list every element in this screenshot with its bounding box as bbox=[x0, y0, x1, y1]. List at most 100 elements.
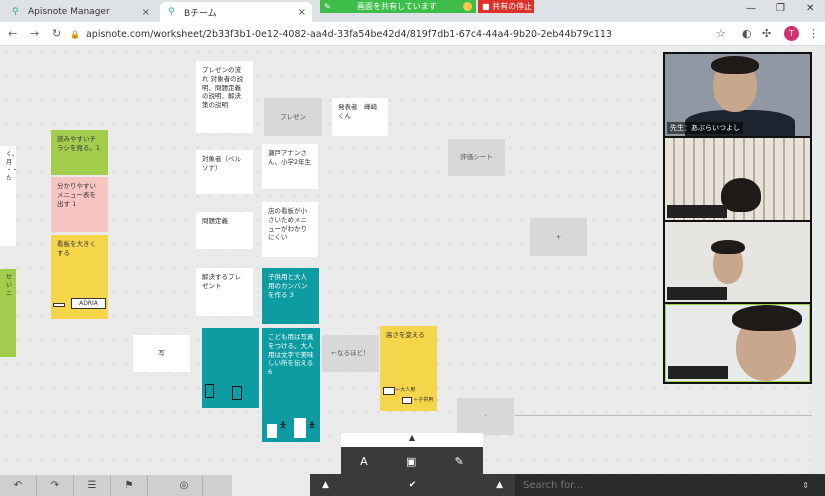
flag-icon[interactable]: ⚑ bbox=[111, 475, 148, 496]
avatar[interactable]: T bbox=[784, 26, 799, 41]
note-card[interactable]: 発表者 峰崎くん bbox=[332, 98, 388, 136]
note-card[interactable]: 問題定義 bbox=[196, 212, 253, 249]
url-field[interactable]: 🔒 apisnote.com/worksheet/2b33f3b1-0e12-4… bbox=[70, 25, 710, 43]
chevron-up-icon[interactable]: ▲ bbox=[322, 480, 329, 490]
address-bar: ← → ↻ 🔒 apisnote.com/worksheet/2b33f3b1-… bbox=[0, 22, 825, 46]
sign-drawing-icon bbox=[232, 386, 242, 400]
search-input[interactable] bbox=[523, 479, 783, 491]
sign-drawing-icon bbox=[267, 424, 277, 438]
person-icon: 🯅 bbox=[279, 421, 287, 431]
participant-name bbox=[667, 205, 727, 218]
note-card[interactable] bbox=[202, 328, 259, 408]
sign-label: ADRIA bbox=[71, 298, 106, 309]
note-card[interactable]: 分かりやすいメニュー表を出す 1 bbox=[51, 177, 108, 232]
stepper-icon[interactable]: ⇕ bbox=[802, 481, 809, 490]
tab-b-team[interactable]: ⚲ Bチーム × bbox=[160, 2, 312, 22]
note-text: 看板を大きくする bbox=[57, 240, 96, 257]
browser-tabbar: ⚲ Apisnote Manager × ⚲ Bチーム × ✎ 画面を共有してい… bbox=[0, 0, 825, 22]
tab-label: Bチーム bbox=[184, 8, 217, 19]
hide-icon[interactable]: ◎ bbox=[166, 475, 203, 496]
search-bar: ⇕ bbox=[515, 474, 825, 496]
pen-tool-icon[interactable]: ✎ bbox=[455, 455, 464, 468]
note-card[interactable]: 評価シート bbox=[448, 139, 505, 176]
sign-small-icon bbox=[53, 303, 65, 307]
text-tool-icon[interactable]: A bbox=[360, 455, 368, 468]
restore-button[interactable]: ❐ bbox=[776, 3, 785, 14]
sign-drawing-icon bbox=[402, 397, 412, 404]
collapse-button[interactable]: ▲ bbox=[341, 433, 483, 447]
note-card[interactable]: く。月 ・・た bbox=[0, 146, 16, 246]
video-panel: 先生：あぶらいつよし bbox=[663, 52, 812, 384]
extension-icon[interactable]: ◐ bbox=[742, 27, 752, 40]
right-scrollbar[interactable] bbox=[812, 46, 825, 474]
lock-icon: 🔒 bbox=[70, 29, 80, 39]
hair-shape bbox=[711, 240, 745, 254]
tab-label: Apisnote Manager bbox=[28, 7, 110, 17]
note-card[interactable]: ←なるほど！ bbox=[322, 335, 379, 372]
menu-icon[interactable]: ⋮ bbox=[808, 27, 819, 40]
minimize-button[interactable]: — bbox=[746, 3, 756, 14]
hair-shape bbox=[711, 56, 759, 74]
note-card[interactable]: 瀬戸アナンさん、小学2年生 bbox=[262, 144, 318, 189]
image-tool-icon[interactable]: ▣ bbox=[406, 455, 416, 468]
star-icon[interactable]: ☆ bbox=[716, 27, 726, 40]
bottom-left-toolbar: ↶ ↷ ☰ ⚑ ◎ bbox=[0, 475, 232, 496]
note-text: こども用は写真をつける。大人用は文字で美味しい所を伝える6 bbox=[268, 333, 314, 377]
label: ←大人用 bbox=[396, 387, 416, 393]
check-icon[interactable]: ✔ bbox=[409, 480, 417, 490]
sign-drawing-icon bbox=[294, 418, 306, 438]
close-icon[interactable]: × bbox=[298, 7, 306, 18]
url-text: apisnote.com/worksheet/2b33f3b1-0e12-408… bbox=[85, 28, 612, 40]
note-card[interactable]: 対象者（ペルソナ） bbox=[196, 150, 253, 194]
note-card[interactable]: 解決するプレゼント bbox=[196, 268, 253, 316]
note-card[interactable]: 読みやすいチラシを見る。1 bbox=[51, 130, 108, 175]
puzzle-icon[interactable]: ✣ bbox=[762, 27, 771, 40]
note-card[interactable]: 高さを変える ←大人用 ←子供用 bbox=[380, 326, 437, 411]
label: ←子供用 bbox=[414, 397, 434, 403]
note-text: 高さを変える bbox=[386, 331, 425, 339]
note-card[interactable]: 看板を大きくする ADRIA bbox=[51, 235, 108, 319]
location-pin-icon: ⚲ bbox=[168, 7, 175, 17]
undo-icon[interactable]: ↶ bbox=[0, 475, 37, 496]
person-icon: 🯅 bbox=[308, 421, 316, 431]
add-card-button[interactable]: + bbox=[530, 218, 587, 256]
note-card[interactable]: せい ニ bbox=[0, 269, 16, 357]
chevron-up-icon[interactable]: ▲ bbox=[496, 480, 503, 490]
location-pin-icon: ⚲ bbox=[12, 7, 19, 17]
hair-shape bbox=[732, 305, 802, 331]
hair-shape bbox=[721, 178, 761, 212]
note-card[interactable]: · bbox=[457, 398, 514, 435]
bottom-center-toolbar: ▲ ✔ ▲ bbox=[310, 474, 515, 496]
video-tile-teacher: 先生：あぶらいつよし bbox=[665, 54, 810, 136]
sign-drawing-icon bbox=[383, 387, 395, 395]
editor-tool-row: A ▣ ✎ bbox=[341, 447, 483, 475]
tab-apisnote-manager[interactable]: ⚲ Apisnote Manager × bbox=[4, 2, 156, 22]
stop-share-button[interactable]: ■ 共有の停止 bbox=[478, 0, 534, 13]
note-card[interactable]: プレゼン bbox=[264, 98, 322, 136]
participant-name: 先生：あぶらいつよし bbox=[667, 122, 743, 134]
share-icon: ✎ bbox=[324, 2, 331, 11]
screen-share-banner: ✎ 画面を共有しています bbox=[320, 0, 476, 13]
note-card[interactable]: こども用は写真をつける。大人用は文字で美味しい所を伝える6 🯅 🯅 bbox=[262, 328, 320, 442]
video-tile-student bbox=[665, 222, 810, 302]
note-card[interactable]: 子供用と大人用のカンバンを作る 3 bbox=[262, 268, 319, 324]
video-tile-student bbox=[665, 138, 810, 220]
sign-drawing-icon bbox=[205, 384, 214, 398]
back-button[interactable]: ← bbox=[8, 27, 17, 40]
list-icon[interactable]: ☰ bbox=[74, 475, 111, 496]
close-icon[interactable]: × bbox=[142, 7, 150, 18]
note-card[interactable]: プレゼンの流れ 対象者の説明、問題定義の説明、解決策の説明 bbox=[196, 61, 253, 133]
divider-line bbox=[515, 415, 812, 416]
editor-toolbar: ▲ A ▣ ✎ bbox=[341, 433, 483, 475]
video-tile-student-active bbox=[665, 304, 810, 382]
forward-button[interactable]: → bbox=[30, 27, 39, 40]
participant-name bbox=[668, 366, 728, 379]
note-card[interactable]: 写 bbox=[133, 335, 190, 372]
redo-icon[interactable]: ↷ bbox=[37, 475, 74, 496]
share-banner-text: 画面を共有しています bbox=[356, 2, 437, 11]
status-icon bbox=[463, 2, 472, 11]
note-card[interactable]: 店の看板が小さいためメニューがわかりにくい bbox=[262, 202, 318, 257]
window-close-button[interactable]: ✕ bbox=[806, 3, 814, 14]
participant-name bbox=[667, 287, 727, 300]
reload-button[interactable]: ↻ bbox=[52, 27, 61, 40]
